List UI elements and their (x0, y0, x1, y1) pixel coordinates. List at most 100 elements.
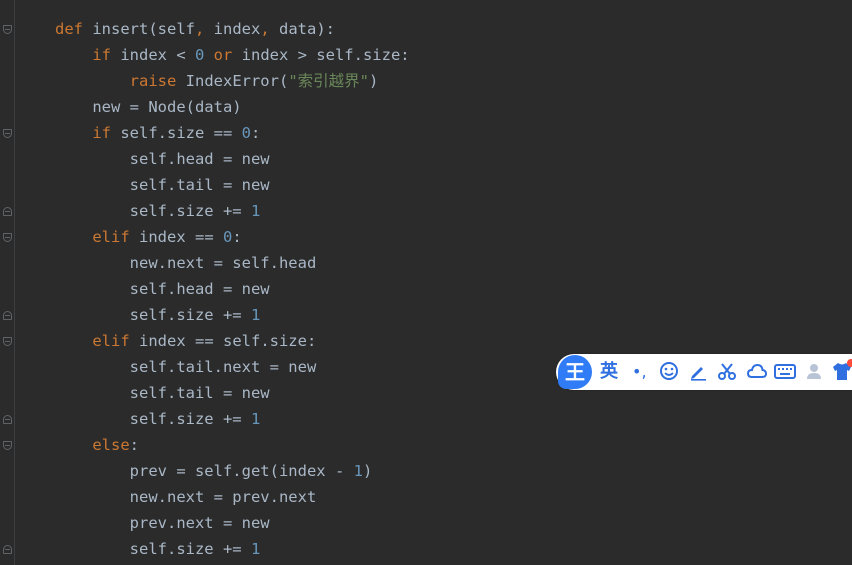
code-line[interactable]: self.head = new (55, 146, 410, 172)
code-token: prev.next = new (129, 514, 270, 532)
code-token: 1 (250, 306, 261, 324)
code-line[interactable]: self.tail = new (55, 380, 410, 406)
code-token: self.head = new (129, 150, 270, 168)
user-icon[interactable] (804, 361, 824, 383)
code-token: insert (92, 20, 149, 38)
ime-logo-icon[interactable]: 王 (558, 355, 592, 389)
cloud-icon[interactable] (745, 361, 769, 383)
code-editor[interactable]: def insert(self, index, data): if index … (0, 0, 852, 565)
code-line[interactable]: if self.size == 0: (55, 120, 410, 146)
code-token: index > self.size: (241, 46, 410, 64)
code-token: if (92, 124, 121, 142)
code-line[interactable]: elif index == 0: (55, 224, 410, 250)
code-token: 1 (250, 540, 261, 558)
code-line[interactable]: self.head = new (55, 276, 410, 302)
code-token: self.tail.next = new (129, 358, 317, 376)
code-token: def (55, 20, 93, 38)
gutter-divider (14, 0, 15, 565)
pen-icon[interactable] (687, 361, 709, 383)
code-token: 0 (194, 46, 205, 64)
code-line[interactable]: elif index == self.size: (55, 328, 410, 354)
code-token: 0 (223, 228, 233, 246)
fold-collapse-icon[interactable] (3, 25, 12, 34)
code-token: self.size += (129, 202, 251, 220)
code-line[interactable]: self.tail = new (55, 172, 410, 198)
code-line[interactable]: new = Node(data) (55, 94, 410, 120)
fold-end-icon[interactable] (3, 545, 12, 554)
code-token: self.size += (129, 410, 251, 428)
fold-collapse-icon[interactable] (3, 129, 12, 138)
code-line[interactable]: self.size += 1 (55, 198, 410, 224)
fold-end-icon[interactable] (3, 207, 12, 216)
code-token: self.tail = new (129, 176, 270, 194)
code-token: IndexError( (185, 72, 289, 90)
code-token: if (92, 46, 121, 64)
fold-end-icon[interactable] (3, 415, 12, 424)
code-line[interactable]: if index < 0 or index > self.size: (55, 42, 410, 68)
code-token: ( (148, 20, 158, 38)
code-token: prev = self.get(index - (129, 462, 354, 480)
code-token: raise (129, 72, 186, 90)
skin-shirt-icon[interactable] (831, 359, 852, 383)
code-token: 1 (353, 462, 363, 480)
code-line[interactable]: else: (55, 432, 410, 458)
code-line[interactable]: self.size += 1 (55, 406, 410, 432)
code-line[interactable]: prev = self.get(index - 1) (55, 458, 410, 484)
code-token: elif (92, 228, 139, 246)
code-token: index < (120, 46, 195, 64)
code-token: self (157, 20, 195, 38)
code-token: 1 (250, 410, 261, 428)
keyboard-icon[interactable] (774, 361, 796, 383)
code-token: : (129, 436, 139, 454)
code-token: self.head = new (129, 280, 270, 298)
code-token: ) (368, 72, 379, 90)
code-line[interactable]: new.next = self.head (55, 250, 410, 276)
code-token: 0 (241, 124, 251, 142)
code-line[interactable]: new.next = prev.next (55, 484, 410, 510)
code-token: index (213, 20, 261, 38)
code-line[interactable]: def insert(self, index, data): (55, 16, 410, 42)
code-token: self.size == (120, 124, 242, 142)
ime-language-toggle[interactable]: 英 (600, 361, 618, 383)
editor-gutter (0, 0, 18, 565)
code-token: else (92, 436, 130, 454)
ime-punctuation-toggle[interactable]: •, (632, 361, 647, 383)
code-line[interactable]: raise IndexError("索引越界") (55, 68, 410, 94)
code-token: new.next = self.head (129, 254, 317, 272)
code-line[interactable]: self.size += 1 (55, 302, 410, 328)
emoji-icon[interactable] (658, 361, 680, 383)
fold-end-icon[interactable] (3, 311, 12, 320)
code-area[interactable]: def insert(self, index, data): if index … (55, 16, 410, 562)
fold-collapse-icon[interactable] (3, 337, 12, 346)
ime-toolbar[interactable]: 王 英 •, (556, 354, 852, 390)
code-token: self.size += (129, 540, 251, 558)
code-token: index == self.size: (139, 332, 317, 350)
code-token: : (251, 124, 261, 142)
scissors-icon[interactable] (716, 361, 738, 383)
fold-collapse-icon[interactable] (3, 441, 12, 450)
code-line[interactable]: self.size += 1 (55, 536, 410, 562)
fold-collapse-icon[interactable] (3, 233, 12, 242)
code-token: new = Node(data) (92, 98, 242, 116)
code-token: , (260, 20, 280, 38)
code-token: data (279, 20, 317, 38)
code-line[interactable]: prev.next = new (55, 510, 410, 536)
code-line[interactable]: self.tail.next = new (55, 354, 410, 380)
